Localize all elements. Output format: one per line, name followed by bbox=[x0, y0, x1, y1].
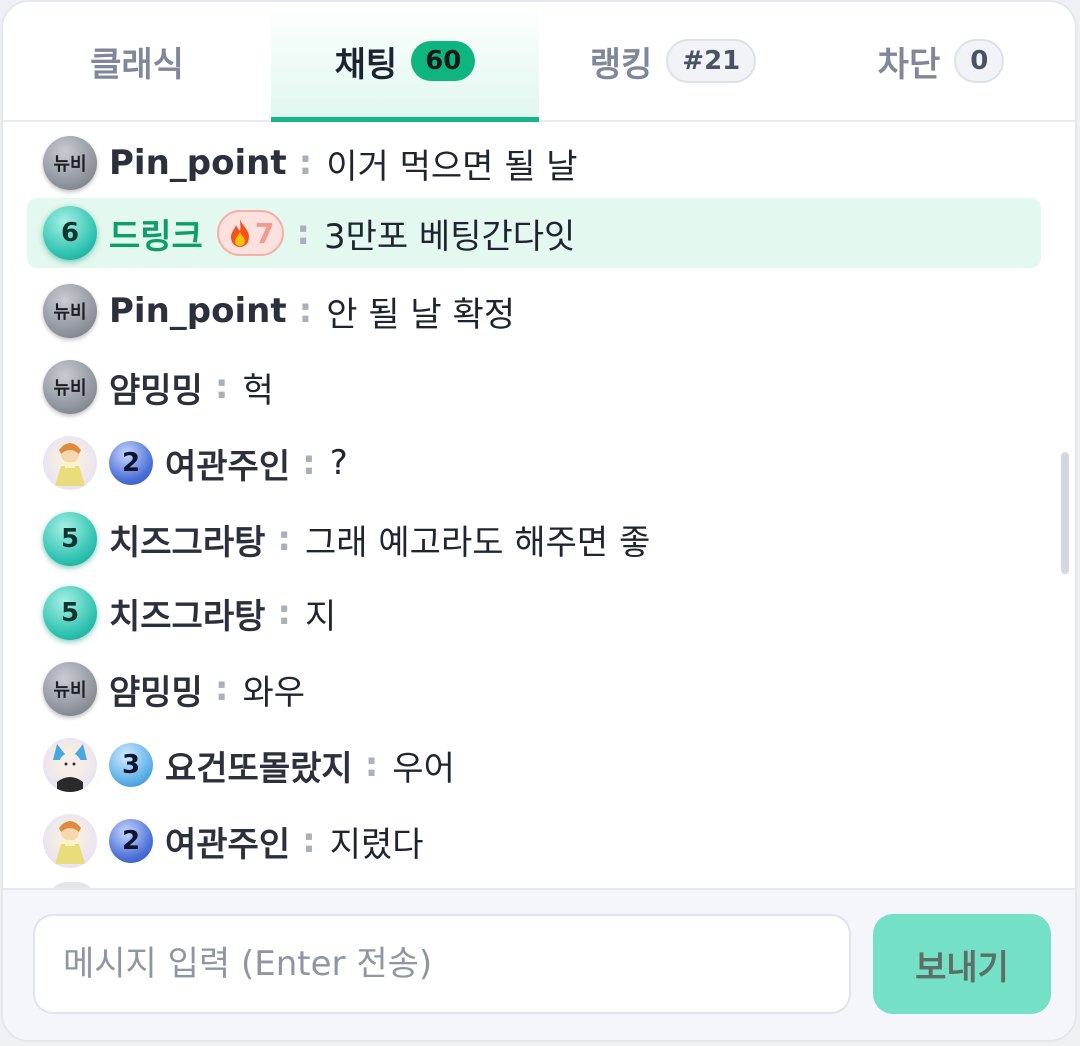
level-badge: 3 bbox=[109, 743, 153, 787]
tab-chat[interactable]: 채팅 60 bbox=[271, 2, 539, 122]
separator: : bbox=[302, 443, 316, 483]
username[interactable]: 얌밍밍 bbox=[109, 363, 203, 412]
chat-message: 뉴비 Pin_point : 안 될 날 확정 bbox=[27, 276, 1041, 346]
tab-label: 클래식 bbox=[90, 44, 184, 85]
message-text: 이거 먹으면 될 날 bbox=[326, 146, 578, 187]
chat-message: 뉴비 얌밍밍 : 와우 bbox=[27, 654, 1041, 724]
tab-bar: 클래식 채팅 60 랭킹 #21 차단 0 bbox=[3, 2, 1075, 122]
chat-scrollbar[interactable] bbox=[1061, 452, 1069, 574]
character-avatar-icon bbox=[53, 744, 87, 792]
chat-panel: 클래식 채팅 60 랭킹 #21 차단 0 뉴비 Pin_point : 이거 … bbox=[1, 0, 1077, 1042]
level-badge: 2 bbox=[109, 441, 153, 485]
chat-count-badge: 60 bbox=[411, 41, 476, 81]
chat-message-list[interactable]: 뉴비 Pin_point : 이거 먹으면 될 날 6 드링크 7 : 3만포 … bbox=[3, 122, 1075, 892]
username[interactable]: Pin_point bbox=[109, 143, 287, 183]
level-badge: 5 bbox=[43, 512, 97, 566]
chat-message: 2 여관주인 : 지렸다 bbox=[27, 806, 1041, 876]
separator: : bbox=[364, 745, 379, 785]
tab-label: 랭킹 bbox=[589, 44, 653, 85]
message-text: 지 bbox=[305, 596, 337, 637]
block-count-badge: 0 bbox=[954, 39, 1005, 83]
send-button[interactable]: 보내기 bbox=[873, 914, 1051, 1014]
separator: : bbox=[277, 519, 292, 559]
level-badge: 6 bbox=[43, 206, 97, 260]
username[interactable]: 드링크 bbox=[109, 209, 203, 258]
tab-block[interactable]: 차단 0 bbox=[807, 2, 1075, 120]
chat-message-highlighted: 6 드링크 7 : 3만포 베팅간다잇 bbox=[27, 198, 1041, 268]
message-composer: 보내기 bbox=[3, 888, 1075, 1040]
username[interactable]: 요건또몰랐지 bbox=[165, 741, 353, 790]
message-text: 지렸다 bbox=[329, 824, 424, 865]
message-text: 그래 예고라도 해주면 좋 bbox=[305, 522, 651, 563]
chat-message: 3 요건또몰랐지 : 우어 bbox=[27, 730, 1041, 800]
character-avatar-icon bbox=[55, 821, 85, 864]
username[interactable]: 치즈그라탕 bbox=[109, 515, 265, 564]
chat-message: 2 여관주인 : ? bbox=[27, 428, 1041, 498]
message-text: 우어 bbox=[392, 748, 455, 789]
message-text: 와우 bbox=[242, 672, 306, 713]
character-avatar-icon bbox=[55, 443, 85, 486]
fire-count: 7 bbox=[254, 216, 275, 250]
level-badge-newbie: 뉴비 bbox=[43, 136, 97, 190]
level-badge-newbie: 뉴비 bbox=[43, 360, 97, 414]
separator: : bbox=[214, 367, 229, 407]
username[interactable]: 얌밍밍 bbox=[109, 665, 203, 714]
level-badge: 5 bbox=[43, 586, 97, 640]
ranking-badge: #21 bbox=[666, 39, 757, 83]
separator: : bbox=[298, 291, 313, 331]
tab-classic[interactable]: 클래식 bbox=[3, 2, 271, 120]
user-avatar-image bbox=[43, 738, 97, 792]
username[interactable]: Pin_point bbox=[109, 291, 287, 331]
message-text: 헉 bbox=[242, 370, 274, 411]
fire-icon bbox=[230, 219, 249, 247]
separator: : bbox=[298, 143, 313, 183]
tab-label: 차단 bbox=[877, 44, 941, 85]
message-input[interactable] bbox=[33, 914, 851, 1014]
chat-message: 뉴비 얌밍밍 : 헉 bbox=[27, 352, 1041, 422]
chat-message: 5 치즈그라탕 : 그래 예고라도 해주면 좋 bbox=[27, 504, 1041, 574]
separator: : bbox=[302, 821, 316, 861]
level-badge-newbie: 뉴비 bbox=[43, 284, 97, 338]
level-badge-newbie: 뉴비 bbox=[43, 662, 97, 716]
separator: : bbox=[214, 669, 229, 709]
username[interactable]: 여관주인 bbox=[165, 439, 290, 488]
username[interactable]: 여관주인 bbox=[165, 817, 290, 866]
tab-label: 채팅 bbox=[334, 44, 398, 85]
chat-message: 뉴비 Pin_point : 이거 먹으면 될 날 bbox=[27, 128, 1041, 198]
separator: : bbox=[277, 593, 292, 633]
separator: : bbox=[296, 213, 310, 253]
message-text: 3만포 베팅간다잇 bbox=[323, 216, 576, 257]
message-text: 안 될 날 확정 bbox=[326, 294, 516, 335]
user-avatar-image bbox=[43, 436, 97, 490]
tab-ranking[interactable]: 랭킹 #21 bbox=[539, 2, 807, 120]
chat-message: 5 치즈그라탕 : 지 bbox=[27, 578, 1041, 648]
message-text: ? bbox=[329, 443, 348, 483]
fire-streak-badge: 7 bbox=[216, 210, 285, 256]
user-avatar-image bbox=[43, 814, 97, 868]
username[interactable]: 치즈그라탕 bbox=[109, 589, 265, 638]
level-badge: 2 bbox=[109, 819, 153, 863]
